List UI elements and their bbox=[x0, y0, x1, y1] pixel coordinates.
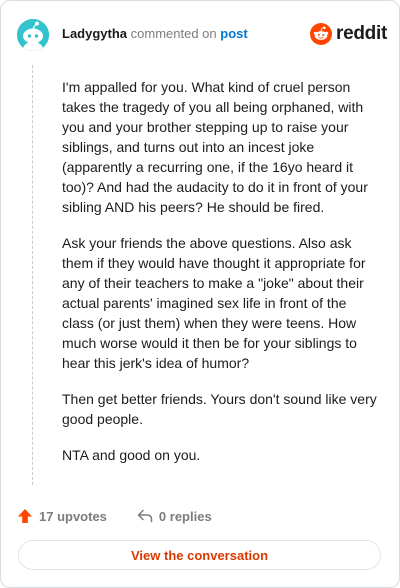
embedded-comment-card: Ladygytha commented on post reddit I'm a… bbox=[0, 0, 400, 588]
action-text: commented on bbox=[130, 26, 217, 41]
upvote-arrow-icon bbox=[18, 509, 32, 523]
comment-paragraph: Then get better friends. Yours don't sou… bbox=[62, 391, 377, 427]
comment-paragraph: Ask your friends the above questions. Al… bbox=[62, 235, 366, 371]
reply-arrow-icon bbox=[137, 509, 153, 523]
avatar[interactable] bbox=[17, 19, 49, 51]
reddit-logo[interactable]: reddit bbox=[310, 22, 387, 46]
comment-header: Ladygytha commented on post reddit bbox=[1, 1, 399, 69]
post-link[interactable]: post bbox=[220, 26, 247, 41]
comment-actions: 17 upvotes 0 replies bbox=[17, 506, 212, 526]
comment-body: I'm appalled for you. What kind of cruel… bbox=[62, 77, 380, 481]
view-conversation-button[interactable]: View the conversation bbox=[18, 540, 381, 570]
replies-button[interactable]: 0 replies bbox=[137, 509, 212, 524]
upvote-button[interactable]: 17 upvotes bbox=[17, 508, 107, 524]
reply-count: 0 replies bbox=[158, 508, 212, 524]
username-link[interactable]: Ladygytha bbox=[62, 26, 127, 41]
upvote-count: 17 upvotes bbox=[39, 508, 107, 524]
comment-meta: Ladygytha commented on post bbox=[62, 26, 248, 42]
reddit-wordmark: reddit bbox=[336, 23, 387, 44]
reddit-snoo-icon bbox=[310, 23, 332, 45]
thread-line bbox=[32, 65, 33, 485]
comment-paragraph: NTA and good on you. bbox=[62, 447, 201, 463]
comment-paragraph: I'm appalled for you. What kind of cruel… bbox=[62, 79, 368, 215]
snoo-avatar-icon bbox=[17, 19, 49, 51]
